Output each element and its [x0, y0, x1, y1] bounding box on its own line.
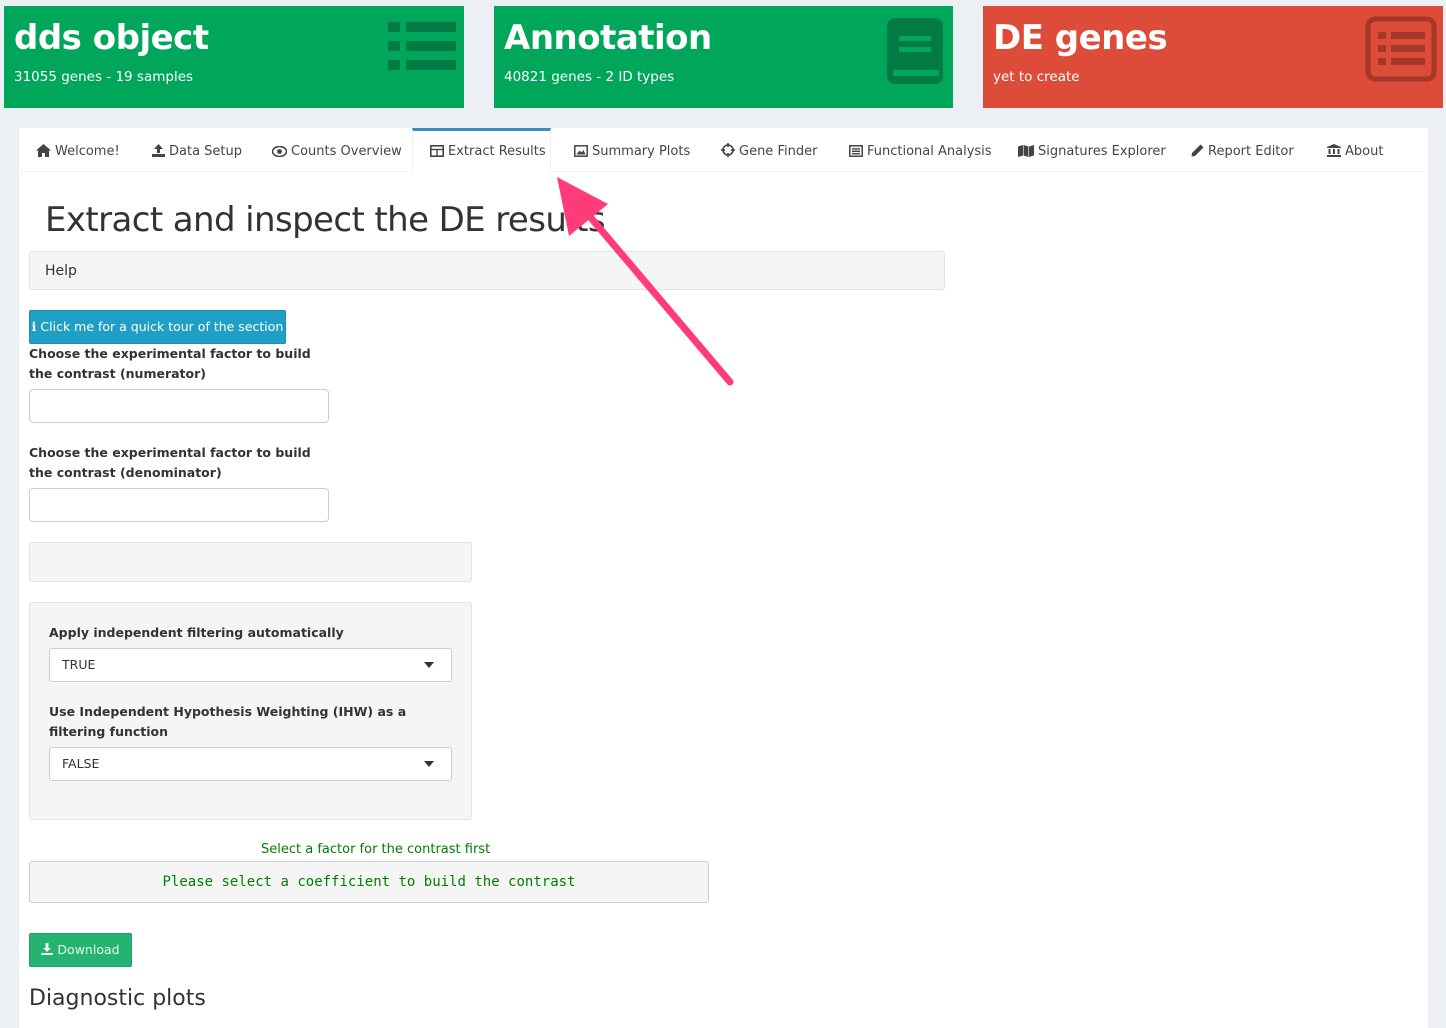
table-icon [430, 145, 444, 157]
tab-extract-results[interactable]: Extract Results [412, 128, 551, 172]
tab-counts-overview[interactable]: Counts Overview [271, 128, 402, 172]
list-alt-icon [849, 145, 863, 157]
contrast-output: Please select a coefficient to build the… [29, 861, 709, 903]
image-icon [574, 145, 588, 157]
filtering-options-well: Apply independent filtering automaticall… [29, 602, 472, 820]
download-icon [41, 943, 54, 955]
value-box-value: Annotation [504, 18, 712, 58]
list-alt-icon [1365, 16, 1437, 86]
tab-report-editor[interactable]: Report Editor [1191, 128, 1294, 172]
tab-gene-finder[interactable]: Gene Finder [721, 128, 817, 172]
tab-label: Report Editor [1208, 144, 1294, 159]
home-icon [36, 144, 51, 157]
tab-label: Gene Finder [739, 144, 818, 159]
map-icon [1018, 145, 1034, 157]
tab-about[interactable]: About [1327, 128, 1383, 172]
numerator-select[interactable] [29, 389, 329, 423]
tab-label: Counts Overview [291, 144, 402, 159]
ihw-select[interactable]: FALSE [49, 747, 452, 781]
tab-label: Signatures Explorer [1038, 144, 1166, 159]
download-button[interactable]: Download [29, 933, 132, 967]
help-collapsible[interactable]: Help [29, 251, 945, 290]
main-panel: Welcome! Data Setup Counts Overview Extr… [19, 128, 1428, 1028]
ihw-value: FALSE [62, 756, 100, 771]
denominator-select[interactable] [29, 488, 329, 522]
filtering-label: Apply independent filtering automaticall… [49, 625, 344, 640]
contrast-info-box [29, 542, 472, 582]
ihw-label: Use Independent Hypothesis Weighting (IH… [49, 704, 407, 739]
crosshairs-icon [721, 143, 735, 157]
quick-tour-label: Click me for a quick tour of the section [40, 319, 284, 334]
value-box-subtitle: 40821 genes - 2 ID types [504, 69, 675, 85]
numerator-label: Choose the experimental factor to build … [29, 346, 311, 381]
book-icon [883, 14, 947, 92]
status-message: Select a factor for the contrast first [261, 842, 491, 857]
eye-icon [271, 145, 288, 158]
value-box-dds: dds object 31055 genes - 19 samples [4, 6, 464, 108]
tab-data-setup[interactable]: Data Setup [152, 128, 242, 172]
tab-signatures-explorer[interactable]: Signatures Explorer [1018, 128, 1166, 172]
tab-label: Functional Analysis [867, 144, 992, 159]
denominator-label: Choose the experimental factor to build … [29, 445, 311, 480]
value-box-subtitle: yet to create [993, 69, 1080, 85]
tab-label: Welcome! [55, 144, 120, 159]
pencil-icon [1191, 144, 1204, 157]
tab-label: About [1345, 144, 1384, 159]
value-box-de-genes: DE genes yet to create [983, 6, 1443, 108]
page-title: Extract and inspect the DE results [45, 200, 606, 240]
chevron-down-icon [424, 662, 434, 668]
tab-label: Extract Results [448, 144, 546, 159]
tab-label: Data Setup [169, 144, 243, 159]
value-box-subtitle: 31055 genes - 19 samples [14, 69, 194, 85]
institution-icon [1327, 144, 1341, 157]
info-icon: i [31, 319, 37, 334]
quick-tour-button[interactable]: i Click me for a quick tour of the secti… [29, 310, 286, 344]
tab-welcome[interactable]: Welcome! [36, 128, 120, 172]
tab-summary-plots[interactable]: Summary Plots [574, 128, 690, 172]
diagnostic-plots-title: Diagnostic plots [29, 986, 206, 1011]
value-box-value: dds object [14, 18, 209, 58]
filtering-value: TRUE [62, 657, 96, 672]
value-box-value: DE genes [993, 18, 1168, 58]
download-label: Download [57, 942, 120, 957]
tab-label: Summary Plots [592, 144, 691, 159]
upload-icon [152, 144, 165, 157]
chevron-down-icon [424, 761, 434, 767]
list-icon [386, 16, 458, 80]
value-box-annotation: Annotation 40821 genes - 2 ID types [494, 6, 953, 108]
filtering-select[interactable]: TRUE [49, 648, 452, 682]
tab-bar: Welcome! Data Setup Counts Overview Extr… [19, 128, 1428, 172]
tab-functional-analysis[interactable]: Functional Analysis [849, 128, 992, 172]
